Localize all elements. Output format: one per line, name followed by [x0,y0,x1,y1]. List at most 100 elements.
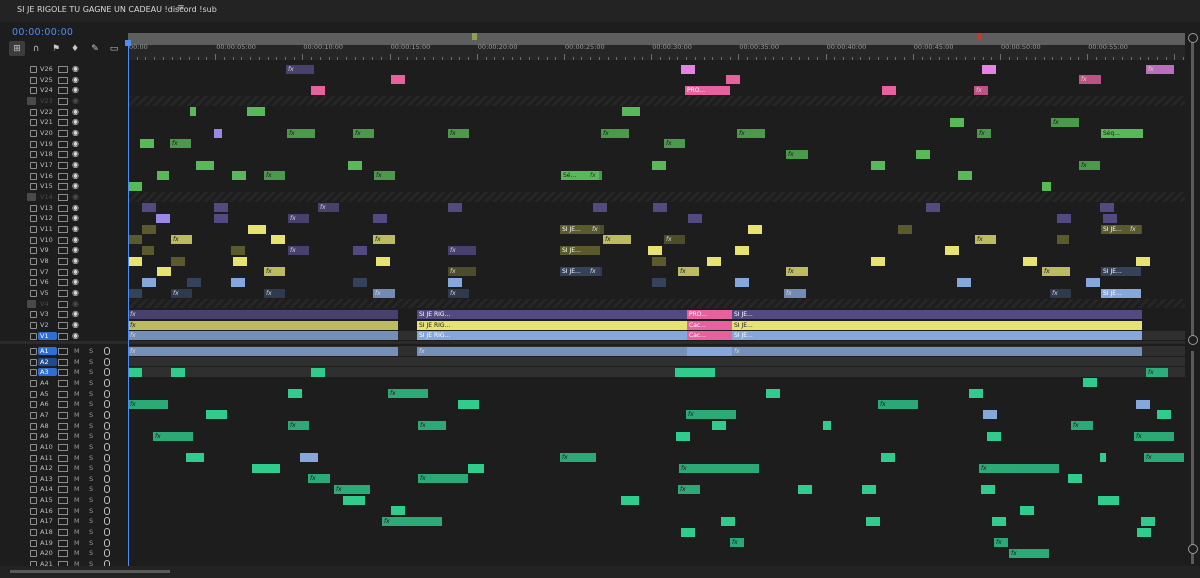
video-track-lane[interactable] [128,139,1185,149]
video-track-lane[interactable] [128,267,1185,277]
sync-lock-icon[interactable] [58,486,68,494]
solo-button[interactable]: S [89,358,93,366]
eye-icon[interactable]: ◉ [72,203,81,211]
lock-icon[interactable] [30,119,37,127]
sync-lock-icon[interactable] [58,507,68,515]
clip-v9[interactable] [231,245,245,255]
clip-v16[interactable] [958,171,972,181]
clip-v8[interactable] [233,256,247,266]
clip-v17[interactable]: fx [1079,160,1100,170]
clip-v19[interactable] [140,139,154,149]
track-name[interactable]: A9 [40,432,55,440]
lock-icon[interactable] [30,401,37,409]
track-name[interactable]: V11 [40,225,55,233]
mute-button[interactable]: M [74,549,80,557]
clip-a8[interactable] [823,421,831,431]
linked-selection-icon[interactable]: ⚑ [48,41,64,56]
clip-v3[interactable]: SI JE... [732,309,1142,319]
solo-button[interactable]: S [89,443,93,451]
clip-v20[interactable]: Séq... [1101,128,1143,138]
clip-a18[interactable] [1137,527,1151,537]
clip-a16[interactable] [391,506,405,516]
audio-track-lane[interactable] [128,453,1185,463]
microphone-icon[interactable] [104,410,110,419]
sync-lock-icon[interactable] [58,497,68,505]
audio-track-lane[interactable] [128,378,1185,388]
solo-button[interactable]: S [89,454,93,462]
clip-v17[interactable] [196,160,214,170]
lock-icon[interactable] [30,433,37,441]
track-name[interactable]: V14 [40,193,55,201]
audio-track-lane[interactable] [128,356,1185,367]
eye-icon[interactable]: ◉ [72,235,81,243]
sync-lock-icon[interactable] [58,268,68,276]
track-name[interactable]: V22 [40,108,55,116]
clip-v10[interactable] [128,235,142,245]
microphone-icon[interactable] [104,474,110,483]
clip-v21[interactable]: fx [1051,117,1079,127]
lock-icon[interactable] [30,443,37,451]
sync-lock-icon[interactable] [58,311,68,319]
microphone-icon[interactable] [104,357,110,366]
solo-button[interactable]: S [89,400,93,408]
hamburger-icon[interactable]: ≡ [177,3,185,13]
audio-track-lane[interactable] [128,527,1185,537]
track-name[interactable]: A17 [40,517,55,525]
track-name[interactable]: A4 [40,379,55,387]
microphone-icon[interactable] [104,368,110,377]
video-track-lane[interactable] [128,288,1185,298]
audio-track-lane[interactable] [128,516,1185,526]
clip-a9[interactable] [676,431,690,441]
sync-lock-icon[interactable] [58,465,68,473]
track-name[interactable]: A7 [40,411,55,419]
clip-a1[interactable]: fx [128,346,398,356]
eye-icon[interactable]: ◉ [72,150,81,158]
lock-icon[interactable] [30,108,37,116]
clip-a6[interactable]: fx [878,399,918,409]
clip-v11[interactable]: fx [590,224,604,234]
lock-icon[interactable] [30,247,37,255]
video-track-lane[interactable] [128,235,1185,245]
sync-lock-icon[interactable] [58,215,68,223]
sync-lock-icon[interactable] [58,300,68,308]
sequence-marker[interactable] [977,33,982,40]
clip-v15[interactable] [128,181,142,191]
lock-icon[interactable] [30,268,37,276]
clip-a18[interactable] [681,527,695,537]
lock-icon[interactable] [30,140,37,148]
video-track-lane[interactable] [128,213,1185,223]
solo-button[interactable]: S [89,485,93,493]
mute-button[interactable]: M [74,390,80,398]
lock-icon[interactable] [30,507,37,515]
clip-v1[interactable]: Cac... [687,331,732,341]
sync-lock-icon[interactable] [58,529,68,537]
track-name[interactable]: V10 [40,236,55,244]
microphone-icon[interactable] [104,506,110,515]
video-track-lane[interactable] [128,181,1185,191]
clip-a11[interactable]: fx [1144,453,1184,462]
clip-v19[interactable]: fx [664,139,685,149]
clip-a14[interactable] [798,484,812,494]
mute-button[interactable]: M [74,432,80,440]
sync-lock-icon[interactable] [58,108,68,116]
track-name[interactable]: A2 [38,357,57,366]
track-name[interactable]: A11 [40,454,55,462]
track-name[interactable]: V2 [40,321,55,329]
track-name[interactable]: V7 [40,268,55,276]
vertical-scrollbar[interactable] [1185,33,1200,566]
video-track-lane[interactable] [128,117,1185,127]
sync-lock-icon[interactable] [58,401,68,409]
lock-icon[interactable] [30,215,37,223]
mute-button[interactable]: M [74,368,80,376]
clip-v13[interactable] [593,203,607,213]
eye-icon[interactable]: ◉ [72,65,81,73]
clip-v9[interactable]: fx [288,245,309,255]
clip-v15[interactable] [1042,181,1051,191]
clip-a14[interactable] [862,484,876,494]
lock-icon[interactable] [30,348,37,355]
lock-icon[interactable] [30,550,37,558]
clip-v6[interactable] [231,277,245,287]
track-name[interactable]: A18 [40,528,55,536]
clip-v9[interactable] [353,245,367,255]
clip-v2[interactable]: Cac... [687,320,732,330]
